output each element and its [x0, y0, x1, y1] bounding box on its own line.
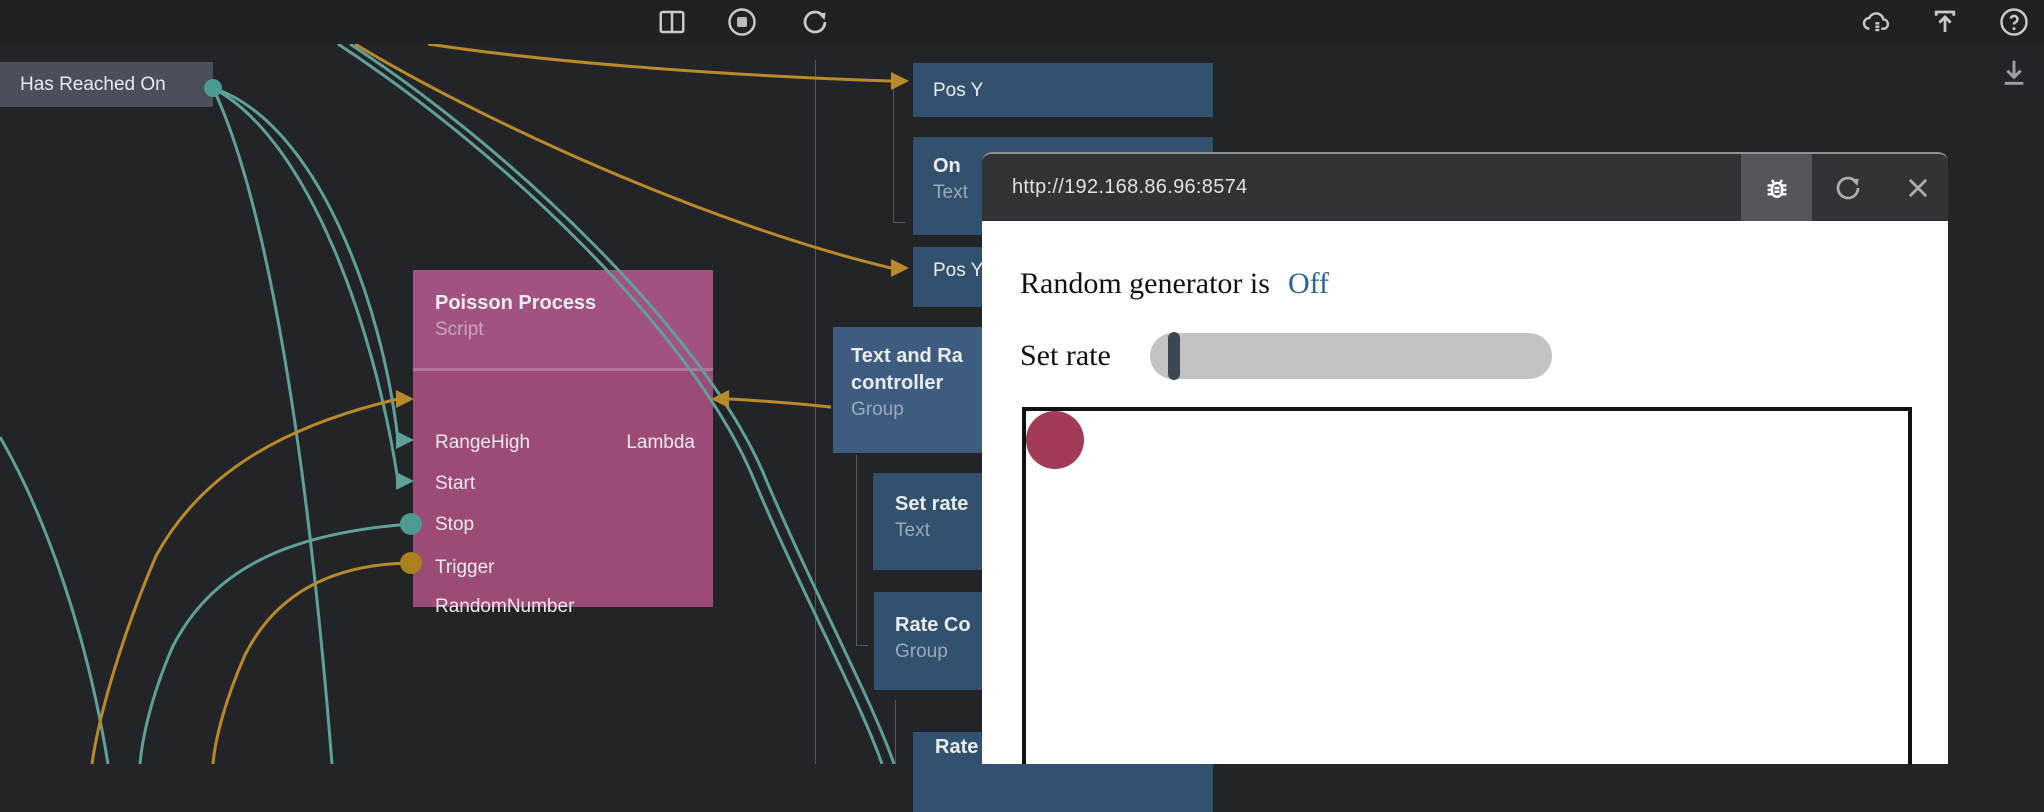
cloud-sync-icon[interactable]: [1859, 5, 1893, 39]
help-icon[interactable]: [1997, 5, 2031, 39]
group-frame-corner: [893, 222, 905, 223]
port-rangehigh[interactable]: RangeHigh: [435, 432, 530, 454]
node-title: Pos Y: [933, 77, 983, 104]
port-arrow-rangehigh: [396, 390, 414, 408]
node-graph-canvas[interactable]: Has Reached On Pos Y On Text Pos Y Poiss…: [0, 44, 2044, 764]
rate-label: Set rate: [1020, 337, 1111, 375]
webview-content: Random generator is Off Set rate: [982, 221, 1948, 764]
status-value: Off: [1288, 267, 1329, 300]
node-header: Poisson Process Script: [413, 270, 713, 371]
node-title: Has Reached On: [20, 71, 166, 98]
upload-icon[interactable]: [1928, 5, 1962, 39]
group-frame-line: [815, 60, 816, 764]
port-stop[interactable]: Stop: [435, 514, 474, 536]
split-view-icon[interactable]: [655, 5, 689, 39]
port-randomnumber[interactable]: RandomNumber: [435, 596, 574, 618]
group-frame-line: [895, 700, 896, 764]
node-title: Poisson Process: [435, 290, 713, 317]
address-bar: http://192.168.86.96:8574: [982, 154, 1948, 221]
port-lambda[interactable]: Lambda: [626, 432, 695, 454]
group-frame-line: [856, 455, 857, 645]
node-has-reached-on[interactable]: Has Reached On: [0, 62, 213, 107]
port-arrow-pos-y-bottom: [891, 259, 909, 277]
port-trigger[interactable]: Trigger: [435, 557, 494, 579]
refresh-icon[interactable]: [798, 5, 832, 39]
download-icon[interactable]: [1998, 56, 2030, 92]
rate-slider[interactable]: [1150, 333, 1552, 379]
group-frame-line: [893, 75, 894, 222]
node-title: Pos Y: [933, 260, 983, 281]
debug-bug-button[interactable]: [1741, 154, 1812, 221]
group-frame-corner: [856, 645, 868, 646]
visualization-box: [1022, 407, 1912, 764]
port-arrow-stop: [396, 472, 414, 490]
popup-refresh-button[interactable]: [1818, 154, 1878, 221]
node-poisson-process[interactable]: Poisson Process Script RangeHigh Start S…: [413, 270, 713, 607]
port-arrow-lambda: [711, 390, 729, 408]
popup-close-button[interactable]: [1888, 154, 1948, 221]
node-subtitle: Script: [435, 317, 713, 343]
status-label: Random generator is: [1020, 267, 1270, 300]
node-pos-y-top[interactable]: Pos Y: [913, 63, 1213, 117]
rate-slider-thumb[interactable]: [1168, 332, 1180, 380]
port-start[interactable]: Start: [435, 473, 475, 495]
status-line: Random generator is Off: [1020, 265, 1329, 303]
url-field[interactable]: http://192.168.86.96:8574: [1012, 154, 1247, 221]
top-toolbar: [0, 0, 2044, 44]
stop-icon[interactable]: [725, 5, 759, 39]
web-preview-popup: http://192.168.86.96:8574: [982, 152, 1948, 764]
port-arrow-start: [396, 431, 414, 449]
event-dot-indicator: [1026, 411, 1084, 469]
